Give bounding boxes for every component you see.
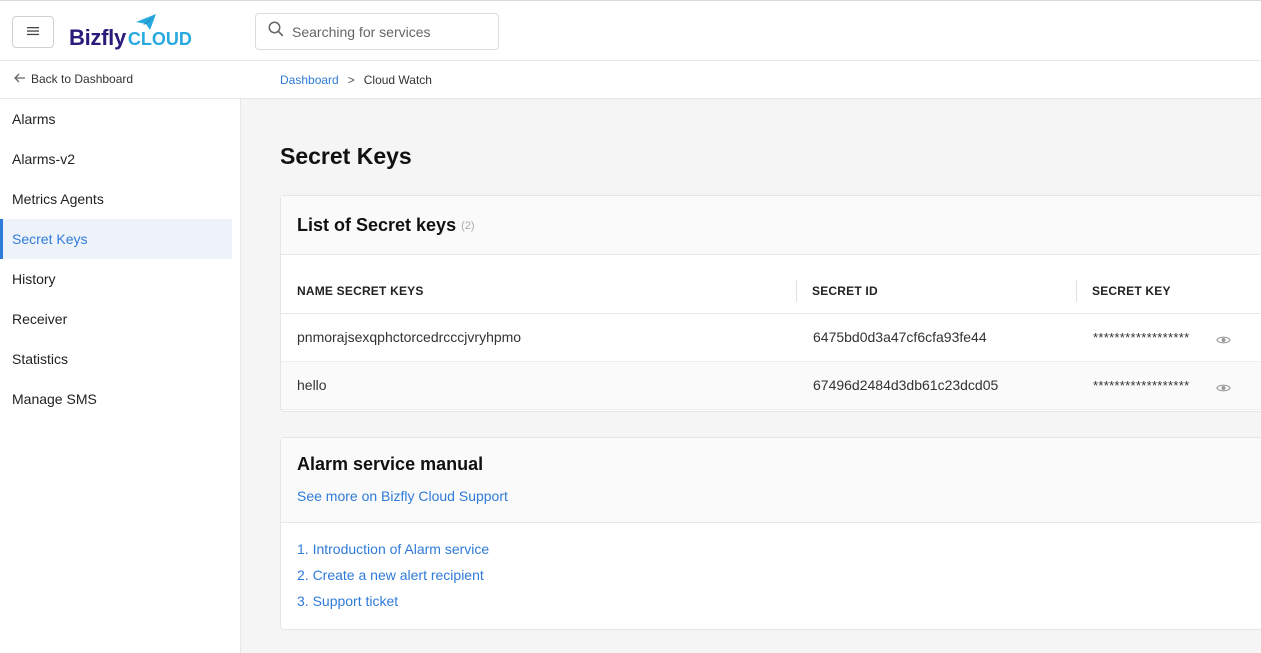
sidebar-item-metrics-agents[interactable]: Metrics Agents [0, 179, 232, 219]
alarm-manual-title: Alarm service manual [297, 454, 484, 474]
paper-plane-icon [135, 13, 157, 36]
breadcrumb: Dashboard > Cloud Watch [280, 73, 432, 87]
secret-id-cell: 6475bd0d3a47cf6cfa93fe44 [813, 329, 987, 345]
brand-logo[interactable]: Bizfly CLOUD [69, 13, 192, 51]
sidebar-item-secret-keys[interactable]: Secret Keys [0, 219, 232, 259]
column-divider [796, 280, 797, 302]
arrow-left-icon [14, 72, 26, 86]
eye-icon[interactable] [1216, 380, 1231, 398]
secret-keys-card-header: List of Secret keys (2) [281, 196, 1261, 255]
top-header: Bizfly CLOUD [0, 0, 1261, 61]
sidebar-item-alarms[interactable]: Alarms [0, 99, 232, 139]
menu-icon [27, 23, 39, 41]
column-header-name: NAME SECRET KEYS [297, 284, 424, 298]
secret-id-cell: 67496d2484d3db61c23dcd05 [813, 377, 999, 393]
search-box[interactable] [255, 13, 499, 50]
secret-key-cell: ****************** [1093, 330, 1190, 345]
eye-icon[interactable] [1216, 332, 1231, 350]
table-row: hello 67496d2484d3db61c23dcd05 *********… [281, 362, 1261, 410]
search-icon [268, 21, 284, 42]
brand-main-text: Bizfly [69, 25, 126, 50]
secret-keys-card: List of Secret keys (2) NAME SECRET KEYS… [280, 195, 1261, 412]
sidebar-item-history[interactable]: History [0, 259, 232, 299]
secret-keys-count: (2) [461, 220, 475, 232]
table-header: NAME SECRET KEYS SECRET ID SECRET KEY [281, 255, 1261, 314]
secret-name-cell: hello [297, 377, 327, 393]
support-link[interactable]: See more on Bizfly Cloud Support [297, 488, 508, 504]
breadcrumb-current: Cloud Watch [363, 73, 432, 87]
sub-header: Back to Dashboard Dashboard > Cloud Watc… [0, 61, 1261, 99]
alarm-manual-card-header: Alarm service manual See more on Bizfly … [281, 438, 1261, 523]
search-input[interactable] [292, 23, 482, 40]
sidebar-item-receiver[interactable]: Receiver [0, 299, 232, 339]
column-header-secret-id: SECRET ID [812, 284, 878, 298]
manual-link-support-ticket[interactable]: 3. Support ticket [297, 593, 489, 619]
breadcrumb-dashboard-link[interactable]: Dashboard [280, 73, 339, 87]
secret-keys-card-title: List of Secret keys [297, 214, 457, 235]
menu-button[interactable] [12, 16, 54, 48]
sidebar-item-manage-sms[interactable]: Manage SMS [0, 379, 232, 419]
back-to-dashboard-link[interactable]: Back to Dashboard [14, 72, 133, 86]
table-row: pnmorajsexqphctorcedrcccjvryhpmo 6475bd0… [281, 314, 1261, 362]
sidebar: Alarms Alarms-v2 Metrics Agents Secret K… [0, 99, 241, 653]
column-header-secret-key: SECRET KEY [1092, 284, 1171, 298]
column-divider [1076, 280, 1077, 302]
back-label: Back to Dashboard [31, 72, 134, 86]
sidebar-item-statistics[interactable]: Statistics [0, 339, 232, 379]
manual-link-introduction[interactable]: 1. Introduction of Alarm service [297, 541, 489, 567]
main-content: Secret Keys List of Secret keys (2) NAME… [241, 99, 1261, 653]
page-title: Secret Keys [280, 143, 412, 169]
secret-key-cell: ****************** [1093, 378, 1190, 393]
alarm-manual-card: Alarm service manual See more on Bizfly … [280, 437, 1261, 630]
manual-link-create-recipient[interactable]: 2. Create a new alert recipient [297, 567, 489, 593]
breadcrumb-separator: > [347, 73, 355, 87]
secret-name-cell: pnmorajsexqphctorcedrcccjvryhpmo [297, 329, 522, 345]
manual-list: 1. Introduction of Alarm service 2. Crea… [297, 541, 489, 619]
sidebar-item-alarms-v2[interactable]: Alarms-v2 [0, 139, 232, 179]
